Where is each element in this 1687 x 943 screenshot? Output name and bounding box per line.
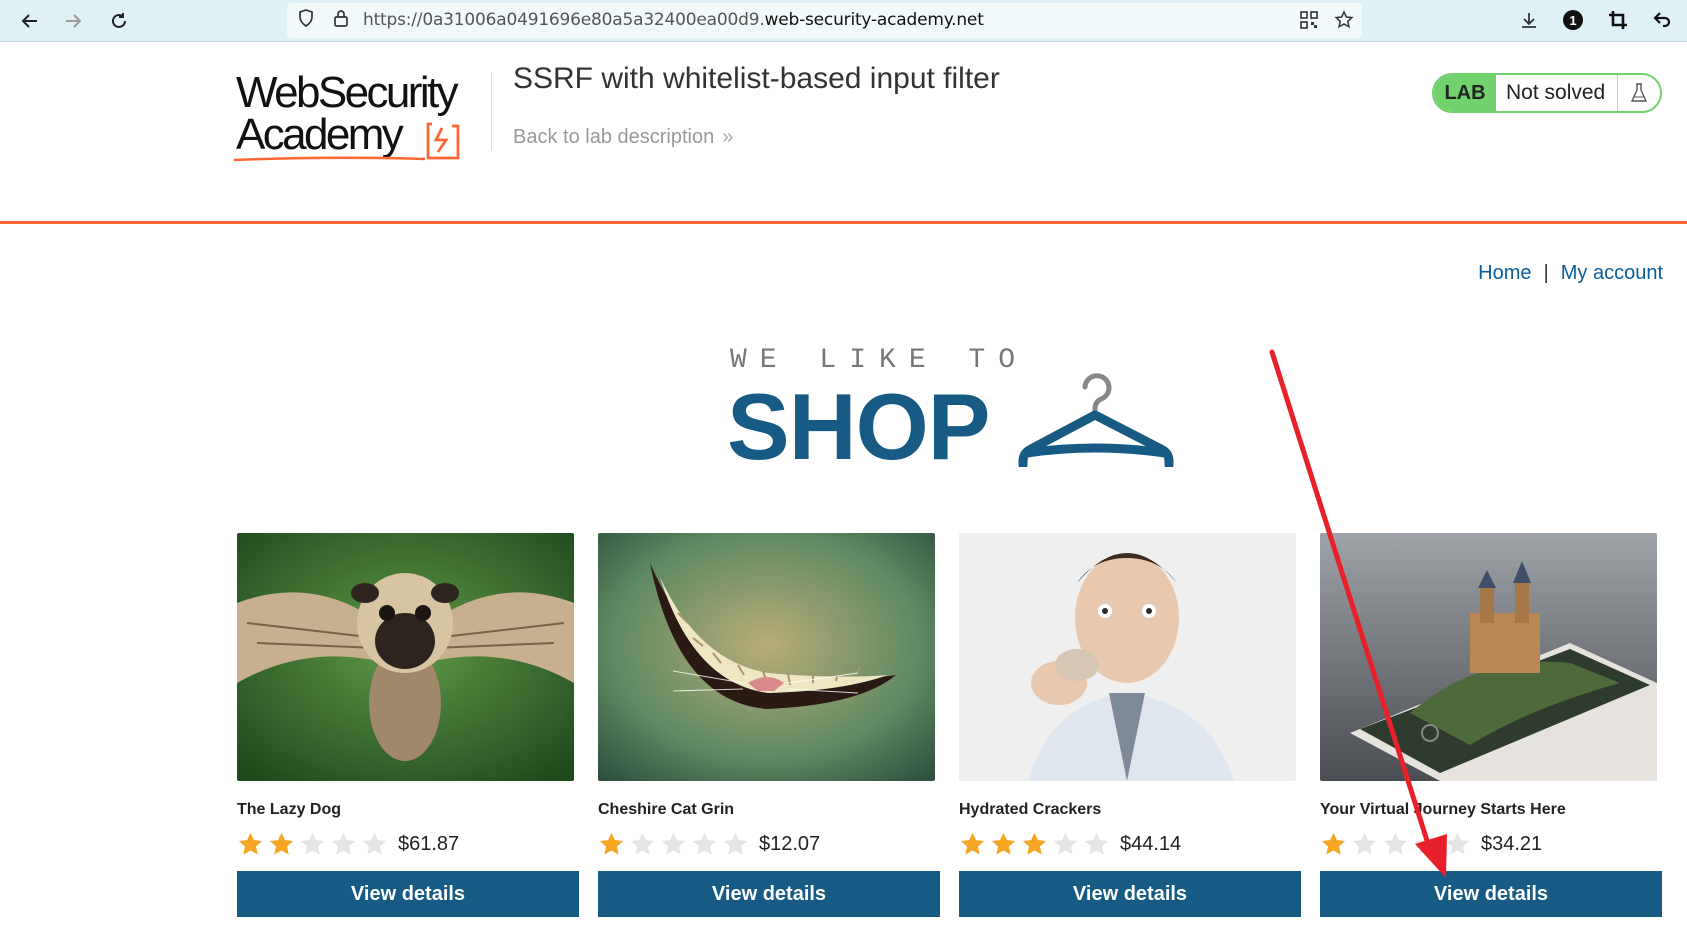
product-price: $34.21 xyxy=(1481,832,1543,855)
home-link[interactable]: Home xyxy=(1478,262,1531,284)
top-nav: Home | My account xyxy=(1478,262,1663,285)
view-details-button[interactable]: View details xyxy=(598,871,940,917)
product-card: The Lazy Dog $61.87 View details xyxy=(237,533,579,917)
star-empty-icon xyxy=(331,832,356,855)
star-empty-icon xyxy=(362,832,387,855)
flask-icon xyxy=(1618,75,1660,111)
star-empty-icon xyxy=(1352,832,1377,855)
product-name[interactable]: Hydrated Crackers xyxy=(959,801,1301,819)
product-price: $44.14 xyxy=(1120,832,1182,855)
product-name[interactable]: Cheshire Cat Grin xyxy=(598,801,940,819)
star-filled-icon xyxy=(269,832,294,855)
lab-status-text: Not solved xyxy=(1496,75,1618,111)
double-chevron-right-icon: » xyxy=(722,126,734,148)
star-empty-icon xyxy=(661,832,686,855)
banner-tagline: WE LIKE TO xyxy=(730,345,1029,376)
lab-header: WebSecurity Academy SSRF with whitelist-… xyxy=(0,42,1687,224)
lab-badge: LAB xyxy=(1434,75,1496,111)
header-divider xyxy=(491,72,492,150)
banner-headline: SHOP xyxy=(727,374,990,479)
product-card: Your Virtual Journey Starts Here $34.21 … xyxy=(1320,533,1662,917)
product-card: Cheshire Cat Grin $12.07 View details xyxy=(598,533,940,917)
product-name[interactable]: The Lazy Dog xyxy=(237,801,579,819)
product-image-hydrated-crackers[interactable] xyxy=(959,533,1296,781)
crop-icon[interactable] xyxy=(1606,8,1630,32)
web-security-academy-logo[interactable]: WebSecurity Academy xyxy=(233,66,491,166)
rating-row: $34.21 xyxy=(1320,829,1662,859)
profile-badge-count: 1 xyxy=(1569,12,1577,28)
product-card: Hydrated Crackers $44.14 View details xyxy=(959,533,1301,917)
url-text[interactable]: https://0a31006a0491696e80a5a32400ea00d9… xyxy=(363,10,984,30)
view-details-button[interactable]: View details xyxy=(959,871,1301,917)
rating-row: $44.14 xyxy=(959,829,1301,859)
reload-icon[interactable] xyxy=(104,6,134,36)
bookmark-star-icon[interactable] xyxy=(1332,8,1356,32)
star-filled-icon xyxy=(991,832,1016,855)
star-empty-icon xyxy=(630,832,655,855)
browser-toolbar: https://0a31006a0491696e80a5a32400ea00d9… xyxy=(0,0,1687,42)
product-name[interactable]: Your Virtual Journey Starts Here xyxy=(1320,801,1662,819)
star-rating xyxy=(959,831,1114,858)
my-account-link[interactable]: My account xyxy=(1561,262,1663,284)
profile-badge-icon[interactable]: 1 xyxy=(1561,8,1585,32)
product-price: $61.87 xyxy=(398,832,460,855)
view-details-button[interactable]: View details xyxy=(1320,871,1662,917)
shield-icon[interactable] xyxy=(296,8,316,28)
star-empty-icon xyxy=(692,832,717,855)
url-host: web-security-academy.net xyxy=(764,10,984,30)
star-filled-icon xyxy=(238,832,263,855)
star-empty-icon xyxy=(1053,832,1078,855)
rating-row: $12.07 xyxy=(598,829,940,859)
back-to-lab-description-link[interactable]: Back to lab description » xyxy=(513,126,733,149)
product-image-cheshire-cat-grin[interactable] xyxy=(598,533,935,781)
logo-line-2: Academy xyxy=(236,110,404,159)
view-details-button[interactable]: View details xyxy=(237,871,579,917)
forward-arrow-icon[interactable] xyxy=(58,6,88,36)
lab-status-widget[interactable]: LAB Not solved xyxy=(1432,73,1662,113)
product-image-virtual-journey[interactable] xyxy=(1320,533,1657,781)
product-image-lazy-dog[interactable] xyxy=(237,533,574,781)
clothes-hanger-icon xyxy=(1018,373,1174,467)
star-empty-icon xyxy=(300,832,325,855)
lock-icon[interactable] xyxy=(331,8,351,28)
star-empty-icon xyxy=(1414,832,1439,855)
star-filled-icon xyxy=(960,832,985,855)
star-filled-icon xyxy=(599,832,624,855)
undo-arrow-icon[interactable] xyxy=(1650,8,1674,32)
star-empty-icon xyxy=(1445,832,1470,855)
star-empty-icon xyxy=(723,832,748,855)
back-link-label: Back to lab description xyxy=(513,126,715,148)
lab-title: SSRF with whitelist-based input filter xyxy=(513,62,1000,95)
url-prefix: https://0a31006a0491696e80a5a32400ea00d9… xyxy=(363,10,765,30)
star-rating xyxy=(598,831,753,858)
star-empty-icon xyxy=(1383,832,1408,855)
rating-row: $61.87 xyxy=(237,829,579,859)
back-arrow-icon[interactable] xyxy=(15,6,45,36)
nav-separator: | xyxy=(1543,262,1549,284)
product-price: $12.07 xyxy=(759,832,821,855)
star-filled-icon xyxy=(1022,832,1047,855)
star-empty-icon xyxy=(1084,832,1109,855)
shop-banner: WE LIKE TO SHOP xyxy=(727,345,1180,479)
star-filled-icon xyxy=(1321,832,1346,855)
logo-bolt-icon xyxy=(426,122,460,160)
star-rating xyxy=(1320,831,1475,858)
qr-code-icon[interactable] xyxy=(1297,8,1321,32)
download-icon[interactable] xyxy=(1517,8,1541,32)
logo-underline-icon xyxy=(233,156,426,162)
star-rating xyxy=(237,831,392,858)
